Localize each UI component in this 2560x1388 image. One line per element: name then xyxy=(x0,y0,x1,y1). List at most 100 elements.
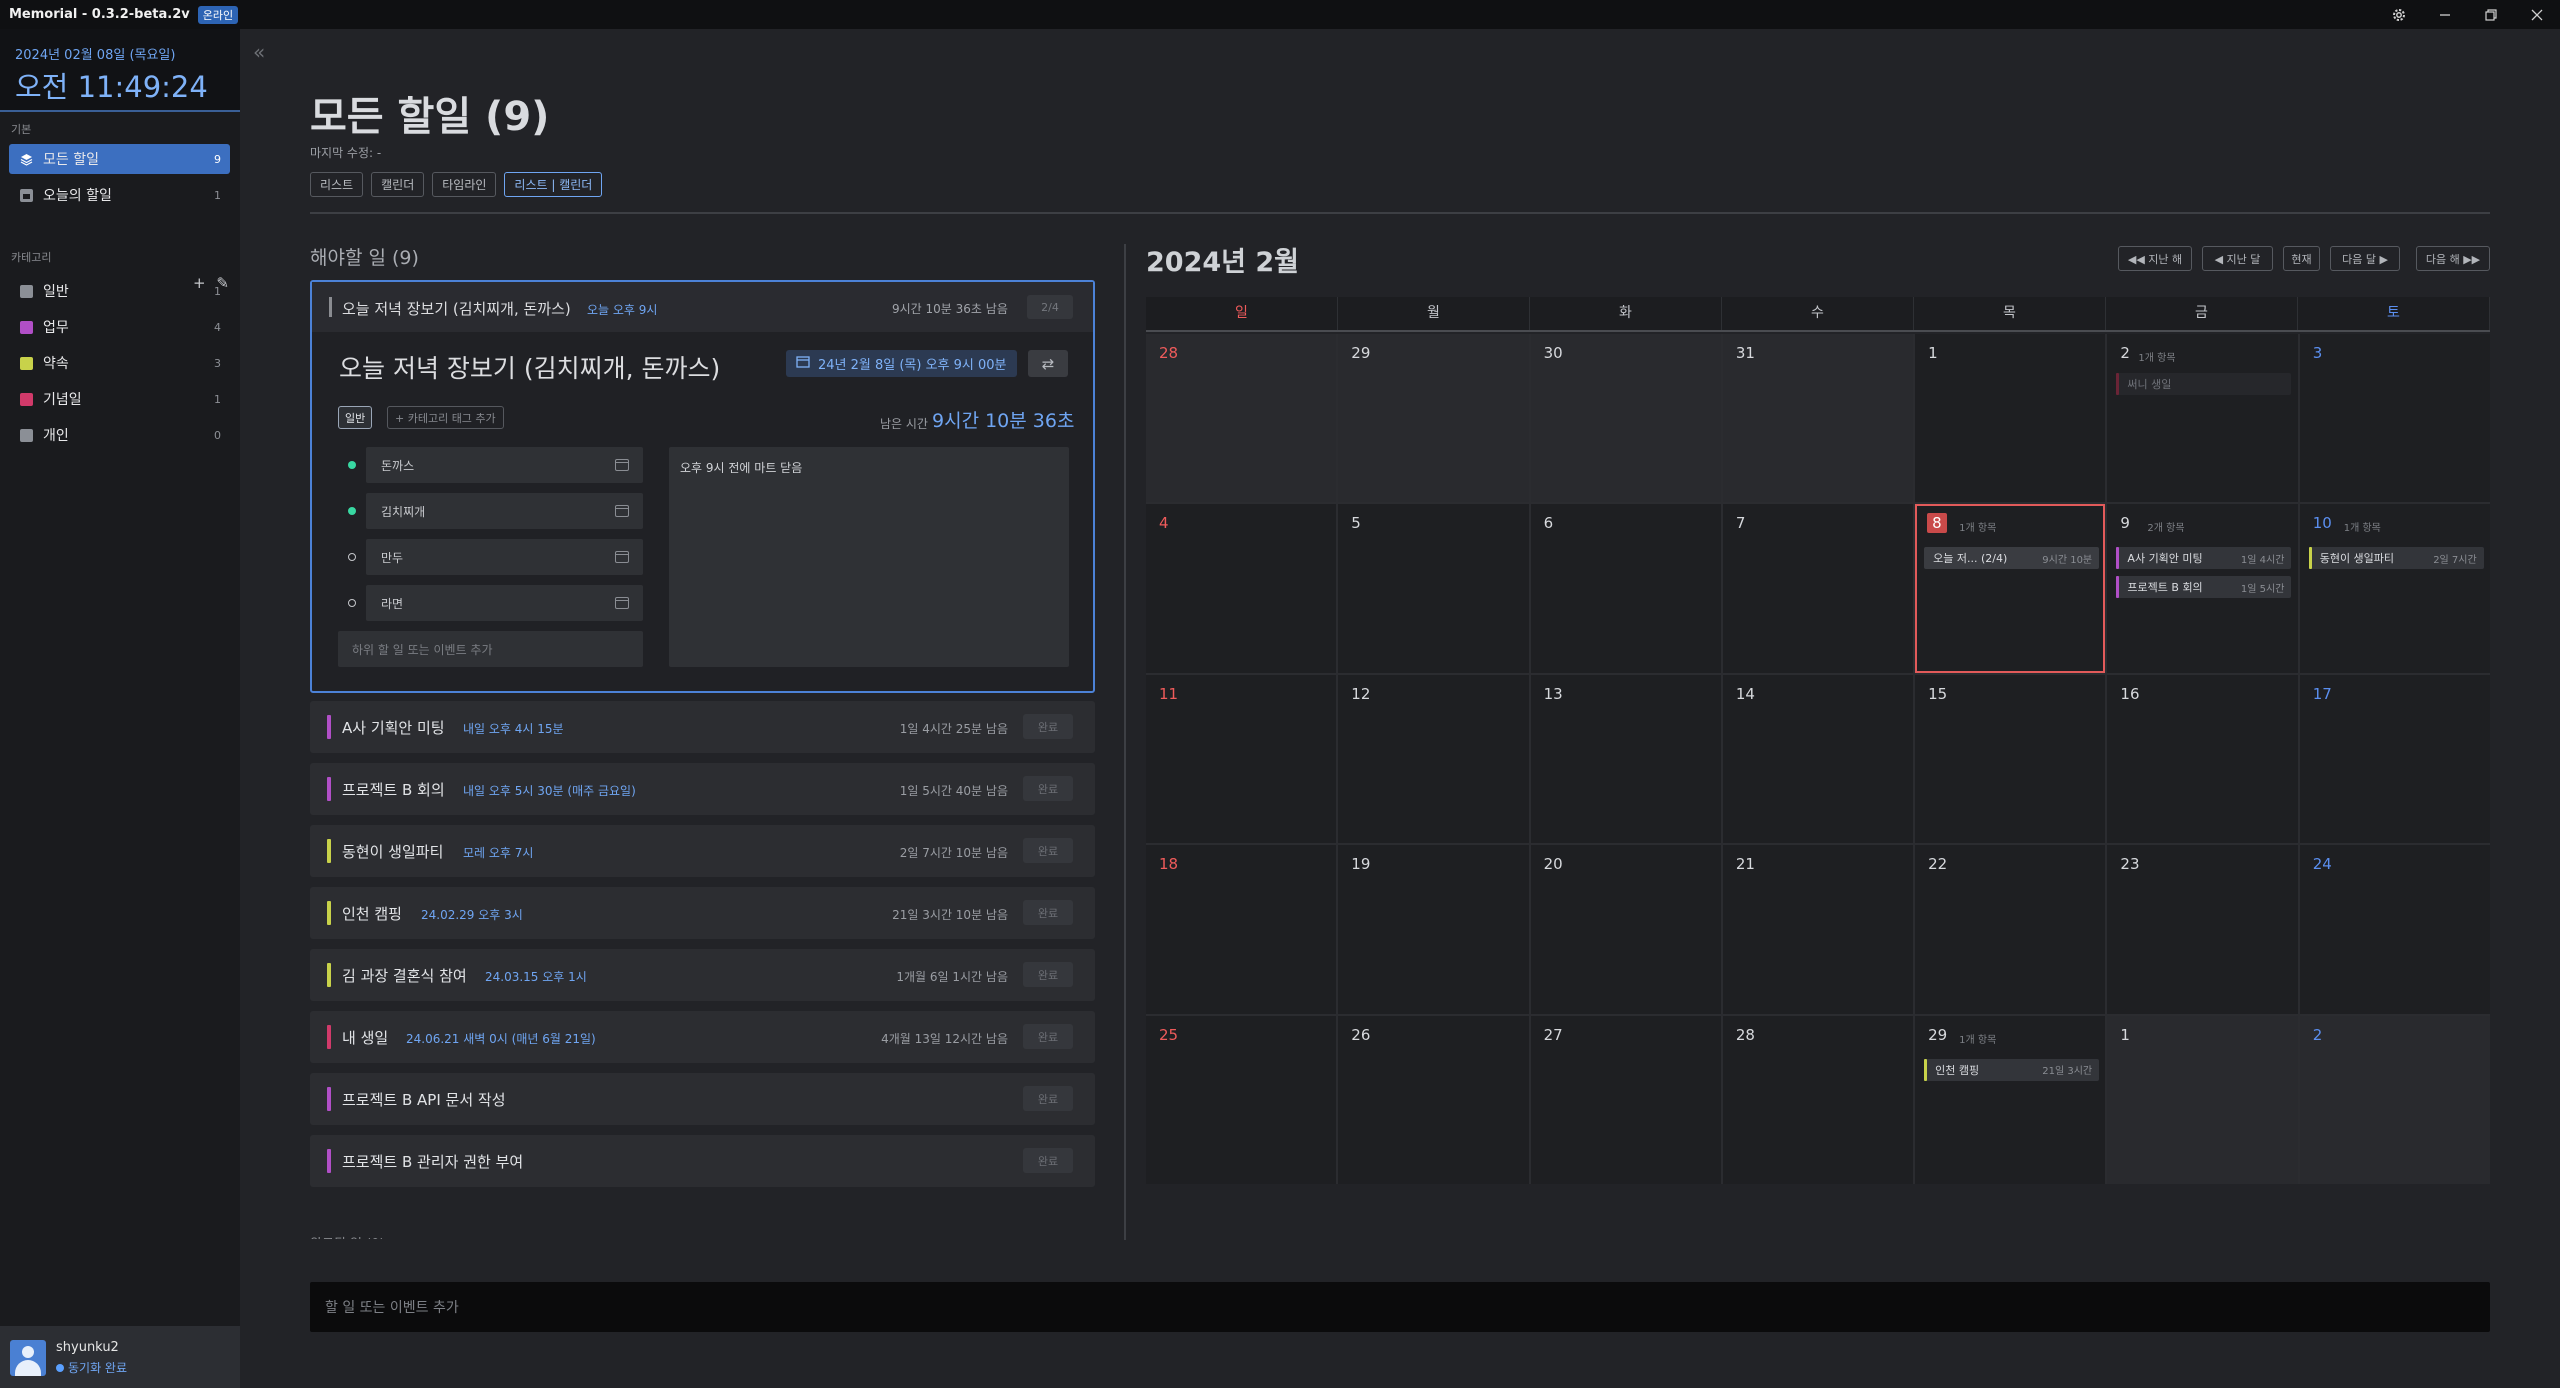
calendar-day-cell[interactable]: 1 xyxy=(1915,334,2106,503)
sidebar-item-all-todos[interactable]: 모든 할일 9 xyxy=(9,144,230,174)
prev-year-button[interactable]: ◀◀ 지난 해 xyxy=(2118,246,2192,271)
complete-button[interactable]: 완료 xyxy=(1023,1024,1073,1049)
calendar-event[interactable]: 동현이 생일파티 2일 7시간 xyxy=(2308,547,2484,570)
add-subtask-input[interactable]: 하위 할 일 또는 이벤트 추가 xyxy=(338,631,643,667)
expanded-task-card[interactable]: 오늘 저녁 장보기 (김치찌개, 돈까스) 오늘 오후 9시 9시간 10분 3… xyxy=(310,280,1095,693)
calendar-day-cell[interactable]: 29 xyxy=(1338,334,1529,503)
subtask-done-icon[interactable] xyxy=(348,461,356,469)
category-tag[interactable]: 일반 xyxy=(338,406,373,429)
calendar-event[interactable]: 써니 생일 xyxy=(2116,373,2292,395)
calendar-day-cell[interactable]: 17 xyxy=(2299,674,2490,844)
subtask-open-icon[interactable] xyxy=(348,599,356,607)
tab-calendar[interactable]: 캘린더 xyxy=(371,172,425,197)
calendar-day-cell[interactable]: 31 xyxy=(1722,334,1914,503)
prev-month-button[interactable]: ◀ 지난 달 xyxy=(2202,246,2273,271)
maximize-icon[interactable] xyxy=(2468,0,2514,29)
tab-list[interactable]: 리스트 xyxy=(310,172,364,197)
subtask-item[interactable]: 만두 xyxy=(348,539,643,575)
complete-button[interactable]: 완료 xyxy=(1023,962,1073,987)
sidebar-item-category-work[interactable]: 업무 4 xyxy=(9,312,230,342)
tab-timeline[interactable]: 타임라인 xyxy=(432,172,497,197)
progress-badge[interactable]: 2/4 xyxy=(1027,295,1073,319)
calendar-day-cell[interactable]: 4 xyxy=(1146,504,1337,673)
calendar-day-cell[interactable]: 9 2개 항목 A사 기획안 미팅 1일 4시간 프로젝트 B 회의 1일 5시… xyxy=(2107,504,2298,673)
repeat-icon[interactable]: ⇄ xyxy=(1028,350,1068,377)
tab-list-calendar[interactable]: 리스트 | 캘린더 xyxy=(504,172,603,197)
add-category-tag-button[interactable]: + 카테고리 태그 추가 xyxy=(387,406,504,429)
calendar-day-cell[interactable]: 10 1개 항목 동현이 생일파티 2일 7시간 xyxy=(2299,504,2490,673)
subtask-item[interactable]: 돈까스 xyxy=(348,447,643,483)
complete-button[interactable]: 완료 xyxy=(1023,1148,1073,1173)
calendar-day-cell[interactable]: 11 xyxy=(1146,674,1337,844)
calendar-day-cell-today[interactable]: 8 1개 항목 오늘 저... (2/4) 9시간 10분 xyxy=(1915,504,2106,673)
calendar-icon[interactable] xyxy=(615,459,629,471)
calendar-day-cell[interactable]: 24 xyxy=(2299,845,2490,1014)
subtask-item[interactable]: 라면 xyxy=(348,585,643,621)
calendar-day-cell[interactable]: 21 xyxy=(1722,845,1914,1014)
user-panel[interactable]: shyunku2 동기화 완료 xyxy=(0,1326,240,1388)
calendar-day-cell[interactable]: 22 xyxy=(1915,845,2106,1014)
sidebar-item-category-anniversary[interactable]: 기념일 1 xyxy=(9,384,230,414)
collapse-sidebar-icon[interactable]: « xyxy=(253,40,265,64)
task-memo[interactable]: 오후 9시 전에 마트 닫음 xyxy=(669,447,1069,667)
calendar-day-cell[interactable]: 12 xyxy=(1338,674,1529,844)
calendar-day-cell[interactable]: 28 xyxy=(1146,334,1337,503)
calendar-day-cell[interactable]: 25 xyxy=(1146,1015,1337,1184)
task-row[interactable]: 프로젝트 B 회의 내일 오후 5시 30분 (매주 금요일) 1일 5시간 4… xyxy=(310,763,1095,815)
calendar-icon[interactable] xyxy=(615,505,629,517)
calendar-day-cell[interactable]: 16 xyxy=(2107,674,2298,844)
close-icon[interactable] xyxy=(2514,0,2560,29)
calendar-day-cell[interactable]: 30 xyxy=(1530,334,1721,503)
calendar-day-cell[interactable]: 13 xyxy=(1530,674,1721,844)
calendar-day-cell[interactable]: 6 xyxy=(1530,504,1721,673)
calendar-event[interactable]: A사 기획안 미팅 1일 4시간 xyxy=(2116,547,2292,570)
expanded-task-title[interactable]: 오늘 저녁 장보기 (김치찌개, 돈까스) xyxy=(339,349,720,385)
complete-button[interactable]: 완료 xyxy=(1023,1086,1073,1111)
complete-button[interactable]: 완료 xyxy=(1023,776,1073,801)
task-row[interactable]: 프로젝트 B API 문서 작성 완료 xyxy=(310,1073,1095,1125)
subtask-item[interactable]: 김치찌개 xyxy=(348,493,643,529)
task-row[interactable]: 인천 캠핑 24.02.29 오후 3시 21일 3시간 10분 남음 완료 xyxy=(310,887,1095,939)
subtask-done-icon[interactable] xyxy=(348,507,356,515)
calendar-day-cell[interactable]: 3 xyxy=(2299,334,2490,503)
calendar-day-cell[interactable]: 28 xyxy=(1722,1015,1914,1184)
task-row[interactable]: 프로젝트 B 관리자 권한 부여 완료 xyxy=(310,1135,1095,1187)
calendar-day-cell[interactable]: 2 1개 항목 써니 생일 xyxy=(2107,334,2298,503)
calendar-day-cell[interactable]: 26 xyxy=(1338,1015,1529,1184)
minimize-icon[interactable] xyxy=(2422,0,2468,29)
settings-icon[interactable] xyxy=(2376,0,2422,29)
calendar-event[interactable]: 프로젝트 B 회의 1일 5시간 xyxy=(2116,576,2292,599)
task-row[interactable]: 김 과장 결혼식 참여 24.03.15 오후 1시 1개월 6일 1시간 남음… xyxy=(310,949,1095,1001)
complete-button[interactable]: 완료 xyxy=(1023,900,1073,925)
calendar-day-cell[interactable]: 23 xyxy=(2107,845,2298,1014)
calendar-day-cell[interactable]: 5 xyxy=(1338,504,1529,673)
expanded-task-header[interactable]: 오늘 저녁 장보기 (김치찌개, 돈까스) 오늘 오후 9시 9시간 10분 3… xyxy=(312,282,1093,332)
sidebar-item-category-personal[interactable]: 개인 0 xyxy=(9,420,230,450)
calendar-day-cell[interactable]: 18 xyxy=(1146,845,1337,1014)
calendar-day-cell[interactable]: 2 xyxy=(2299,1015,2490,1184)
due-date-chip[interactable]: 24년 2월 8일 (목) 오후 9시 00분 xyxy=(786,350,1017,377)
calendar-day-cell[interactable]: 29 1개 항목 인천 캠핑 21일 3시간 xyxy=(1915,1015,2106,1184)
calendar-day-cell[interactable]: 19 xyxy=(1338,845,1529,1014)
calendar-icon[interactable] xyxy=(615,551,629,563)
sidebar-item-today-todos[interactable]: 오늘의 할일 1 xyxy=(9,180,230,210)
calendar-day-cell[interactable]: 20 xyxy=(1530,845,1721,1014)
subtask-open-icon[interactable] xyxy=(348,553,356,561)
task-row[interactable]: 동현이 생일파티 모레 오후 7시 2일 7시간 10분 남음 완료 xyxy=(310,825,1095,877)
task-row[interactable]: 내 생일 24.06.21 새벽 0시 (매년 6월 21일) 4개월 13일 … xyxy=(310,1011,1095,1063)
next-year-button[interactable]: 다음 해 ▶▶ xyxy=(2416,246,2490,271)
task-row[interactable]: A사 기획안 미팅 내일 오후 4시 15분 1일 4시간 25분 남음 완료 xyxy=(310,701,1095,753)
calendar-event[interactable]: 오늘 저... (2/4) 9시간 10분 xyxy=(1924,547,2100,570)
today-button[interactable]: 현재 xyxy=(2283,246,2320,271)
sidebar-item-category-general[interactable]: 일반 1 xyxy=(9,276,230,306)
next-month-button[interactable]: 다음 달 ▶ xyxy=(2330,246,2400,271)
calendar-day-cell[interactable]: 7 xyxy=(1722,504,1914,673)
calendar-day-cell[interactable]: 1 xyxy=(2107,1015,2298,1184)
sidebar-item-category-appointment[interactable]: 약속 3 xyxy=(9,348,230,378)
complete-button[interactable]: 완료 xyxy=(1023,714,1073,739)
complete-button[interactable]: 완료 xyxy=(1023,838,1073,863)
add-todo-input[interactable]: 할 일 또는 이벤트 추가 xyxy=(310,1282,2490,1332)
calendar-day-cell[interactable]: 14 xyxy=(1722,674,1914,844)
calendar-day-cell[interactable]: 15 xyxy=(1915,674,2106,844)
calendar-icon[interactable] xyxy=(615,597,629,609)
